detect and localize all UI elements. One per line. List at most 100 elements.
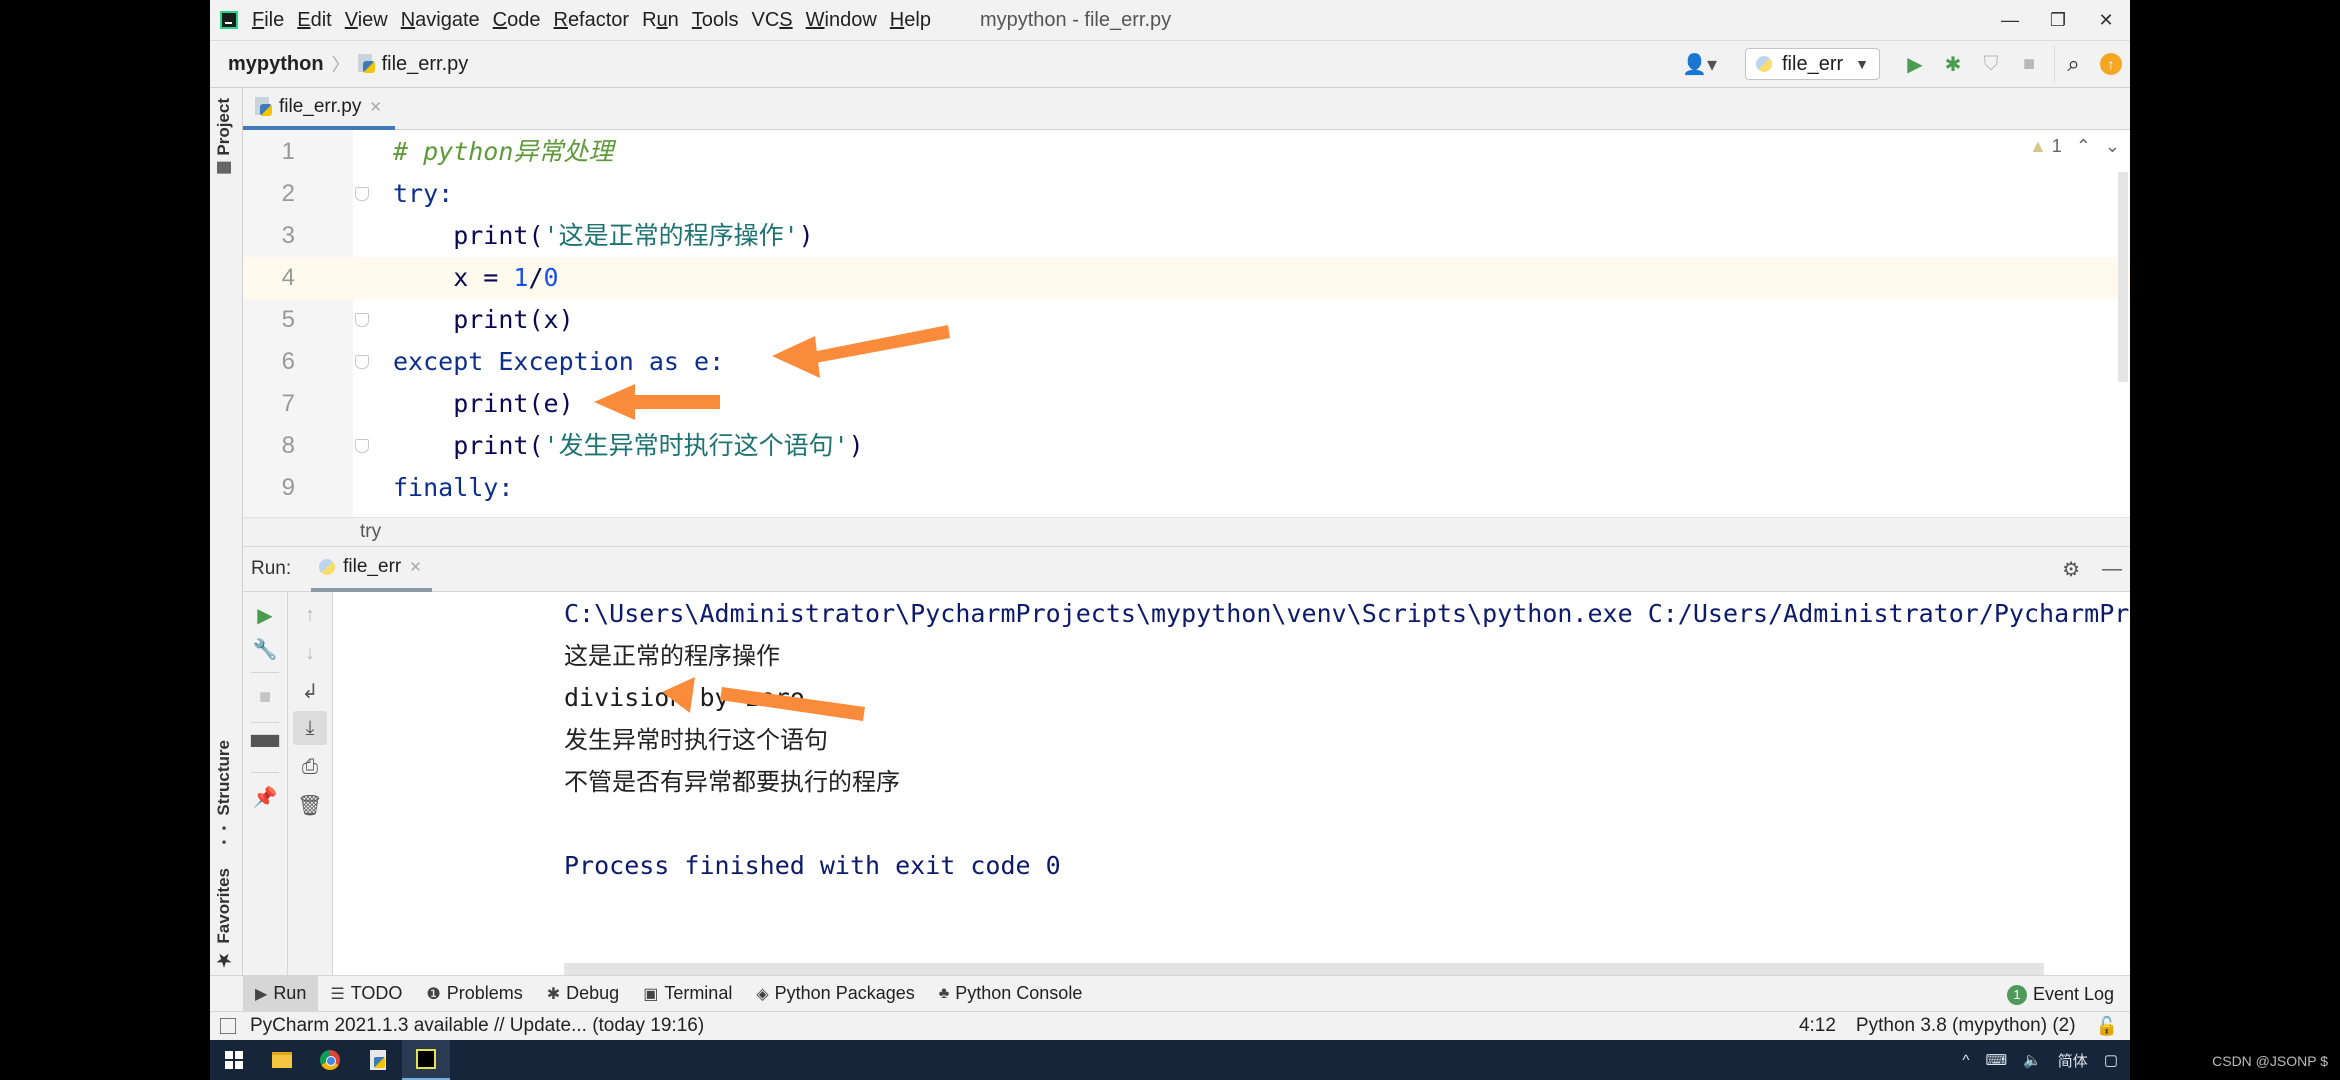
code-line[interactable]: 7 print(e) (243, 383, 2130, 425)
minimize-button[interactable]: — (1986, 0, 2034, 40)
menu-run[interactable]: Run (642, 9, 679, 32)
console-horizontal-scrollbar[interactable] (564, 963, 2044, 975)
previous-occurrence-button[interactable]: ↑ (293, 598, 327, 632)
fold-marker-icon[interactable] (355, 187, 369, 201)
tool-window-todo[interactable]: ☰ TODO (318, 975, 414, 1012)
stop-button[interactable]: ■ (2010, 45, 2048, 83)
coverage-button[interactable]: ⛉ (1972, 45, 2010, 83)
breadcrumb-try[interactable]: try (360, 521, 381, 542)
run-console-output[interactable]: C:\Users\Administrator\PycharmProjects\m… (333, 592, 2130, 975)
gear-icon[interactable]: ⚙ (2062, 557, 2080, 582)
clear-all-button[interactable]: 🗑 (293, 788, 327, 822)
unlock-icon[interactable]: 🔓 (2096, 1016, 2118, 1037)
menu-mnemonic: u (656, 8, 668, 31)
stop-run-button[interactable]: ■ (248, 680, 282, 714)
menu-tools[interactable]: Tools (692, 9, 739, 32)
taskbar-pycharm[interactable] (402, 1040, 450, 1080)
close-tab-icon[interactable]: ✕ (369, 98, 382, 116)
code-line[interactable]: 2 try: (243, 173, 2130, 215)
code-editor[interactable]: 1 # python异常处理 2 try: 3 print('这是正常的程序操作') 4 … (243, 130, 2130, 517)
rerun-button[interactable]: ▶ (248, 598, 282, 632)
breadcrumb-file[interactable]: file_err.py (382, 53, 469, 76)
pycharm-window: File Edit View Navigate Code Refactor Run Tools… (210, 0, 2130, 1040)
menu-help[interactable]: Help (890, 9, 931, 32)
tool-window-run[interactable]: ▶ Run (243, 975, 319, 1012)
code-line[interactable]: 1 # python异常处理 (243, 131, 2130, 173)
update-button[interactable]: ↑ (2092, 45, 2130, 83)
taskbar-chrome[interactable] (306, 1040, 354, 1080)
ime-indicator[interactable]: 简体 (2058, 1050, 2088, 1071)
code-line[interactable]: 3 print('这是正常的程序操作') (243, 215, 2130, 257)
tool-window-terminal[interactable]: ▣ Terminal (631, 975, 744, 1012)
fold-marker-icon[interactable] (355, 355, 369, 369)
menu-label-part: elp (904, 8, 931, 31)
code-line[interactable]: 5 print(x) (243, 299, 2130, 341)
scroll-to-end-icon: ⤓ (305, 716, 315, 739)
fold-marker-icon[interactable] (355, 439, 369, 453)
menu-view[interactable]: View (345, 9, 388, 32)
code-token: print( (393, 221, 544, 250)
volume-icon[interactable]: 🔈 (2023, 1051, 2042, 1069)
next-highlight-icon[interactable]: ⌄ (2105, 136, 2120, 157)
event-log-button[interactable]: 1 Event Log (2006, 976, 2114, 1013)
previous-highlight-icon[interactable]: ⌃ (2076, 136, 2091, 157)
menu-code[interactable]: Code (493, 9, 541, 32)
windows-logo-icon (225, 1051, 243, 1069)
start-button[interactable] (210, 1040, 258, 1080)
inspection-widget[interactable]: ▲ 1 ⌃ ⌄ (2029, 136, 2120, 157)
toggle-tool-windows-icon[interactable] (220, 1018, 236, 1034)
next-occurrence-button[interactable]: ↓ (293, 636, 327, 670)
update-notification[interactable]: PyCharm 2021.1.3 available // Update... … (250, 1015, 704, 1037)
code-line[interactable]: 9 finally: (243, 467, 2130, 509)
favorites-tool-tab[interactable]: ★ Favorites (214, 868, 234, 970)
structure-tool-tab[interactable]: ▪▪ Structure (214, 740, 234, 850)
menu-navigate[interactable]: Navigate (401, 9, 480, 32)
network-icon[interactable]: ⌨ (1985, 1051, 2007, 1069)
notification-center-icon[interactable]: ▢ (2104, 1051, 2118, 1069)
code-token: print(x) (393, 305, 574, 334)
run-button[interactable]: ▶ (1896, 45, 1934, 83)
interpreter-selector[interactable]: Python 3.8 (mypython) (2) (1856, 1015, 2076, 1037)
editor-tab-file-err[interactable]: file_err.py ✕ (243, 88, 395, 130)
tool-window-python-packages[interactable]: ◈ Python Packages (744, 975, 926, 1012)
taskbar-python-file[interactable] (354, 1040, 402, 1080)
show-hidden-icons[interactable]: ^ (1962, 1052, 1969, 1069)
close-tab-icon[interactable]: ✕ (409, 558, 422, 576)
project-tool-tab[interactable]: Project (214, 98, 234, 174)
code-line[interactable]: 4 x = 1/0 (243, 257, 2130, 299)
restore-button[interactable]: ❐ (2034, 0, 2082, 40)
code-token: ) (798, 221, 814, 250)
search-button[interactable]: ⌕ (2054, 45, 2092, 83)
restore-layout-button[interactable]: ▀▀ (248, 730, 282, 764)
tool-window-debug[interactable]: ✱ Debug (535, 975, 631, 1012)
debug-button[interactable]: ✱ (1934, 45, 1972, 83)
editor-vertical-scrollbar[interactable] (2118, 172, 2128, 382)
close-button[interactable]: ✕ (2082, 0, 2130, 40)
printer-icon: ⎙ (302, 755, 318, 778)
menu-refactor[interactable]: Refactor (553, 9, 629, 32)
menu-window[interactable]: Window (806, 9, 877, 32)
print-button[interactable]: ⎙ (293, 750, 327, 784)
menu-file[interactable]: File (252, 9, 284, 32)
edit-configuration-button[interactable]: 🔧 (248, 632, 282, 666)
pin-tab-button[interactable]: 📌 (248, 780, 282, 814)
breadcrumb-project[interactable]: mypython (228, 53, 324, 76)
tool-window-problems[interactable]: ❶ Problems (414, 975, 534, 1012)
code-breadcrumb[interactable]: try (243, 517, 2130, 547)
scroll-to-end-button[interactable]: ⤓ (293, 711, 327, 745)
caret-position[interactable]: 4:12 (1799, 1015, 1836, 1037)
code-line[interactable]: 8 print('发生异常时执行这个语句') (243, 425, 2130, 467)
fold-marker-icon[interactable] (355, 313, 369, 327)
run-configuration-select[interactable]: file_err ▼ (1745, 48, 1880, 80)
tool-window-python-console[interactable]: ♣ Python Console (927, 975, 1095, 1012)
menu-vcs[interactable]: VCS (752, 9, 793, 32)
user-icon[interactable]: 👤▾ (1682, 52, 1717, 77)
run-tab-file-err[interactable]: file_err ✕ (311, 547, 432, 592)
hide-panel-icon[interactable]: — (2102, 558, 2122, 581)
warning-indicator[interactable]: ▲ 1 (2029, 136, 2062, 157)
soft-wrap-button[interactable]: ↲ (293, 674, 327, 708)
code-line[interactable]: 6 except Exception as e: (243, 341, 2130, 383)
taskbar-file-explorer[interactable] (258, 1040, 306, 1080)
menu-edit[interactable]: Edit (297, 9, 331, 32)
update-icon: ↑ (2100, 53, 2122, 75)
